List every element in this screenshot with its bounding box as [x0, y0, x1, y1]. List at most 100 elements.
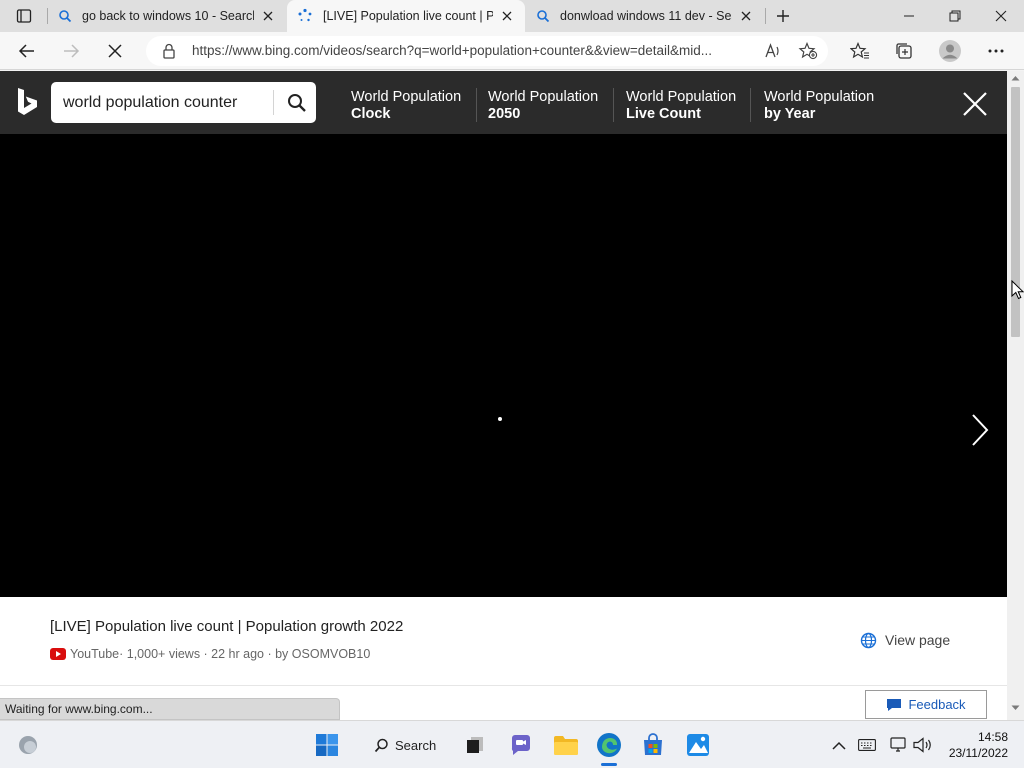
- edge-icon: [597, 733, 621, 757]
- related-separator: [613, 88, 614, 122]
- volume-button[interactable]: [912, 733, 934, 757]
- keyboard-input-button[interactable]: [856, 733, 878, 757]
- youtube-icon: [50, 648, 66, 660]
- store-icon: [644, 733, 662, 755]
- video-meta-text: · 1,000+ views · 22 hr ago · by OSOMVOB1…: [119, 647, 371, 661]
- video-meta: YouTube · 1,000+ views · 22 hr ago · by …: [50, 647, 370, 661]
- collections-icon: [896, 43, 912, 59]
- tab-title: [LIVE] Population live count | Populatio…: [323, 9, 493, 23]
- teams-chat-button[interactable]: [505, 729, 537, 761]
- task-view-button[interactable]: [459, 729, 491, 761]
- browser-titlebar: go back to windows 10 - Search [LIVE] Po…: [0, 0, 1024, 32]
- feedback-icon: [887, 698, 902, 711]
- close-icon: [263, 11, 273, 21]
- tab-search-windows10[interactable]: go back to windows 10 - Search: [48, 0, 286, 32]
- video-title[interactable]: [LIVE] Population live count | Populatio…: [50, 618, 403, 635]
- profile-button[interactable]: [934, 36, 966, 66]
- add-favorite-icon[interactable]: [798, 42, 818, 60]
- tab-live-population[interactable]: [LIVE] Population live count | Populatio…: [287, 0, 525, 32]
- url-text[interactable]: https://www.bing.com/videos/search?q=wor…: [192, 36, 756, 66]
- scroll-down-icon[interactable]: [1011, 705, 1020, 711]
- video-source: YouTube: [70, 647, 120, 661]
- folder-icon: [554, 736, 578, 755]
- task-view-icon: [467, 737, 483, 753]
- page-scrollbar[interactable]: [1007, 71, 1024, 720]
- loading-indicator: [498, 417, 502, 421]
- related-separator: [750, 88, 751, 122]
- settings-more-button[interactable]: [980, 36, 1012, 66]
- taskbar-search-button[interactable]: Search: [366, 731, 442, 759]
- read-aloud-icon[interactable]: [764, 42, 782, 60]
- feedback-button[interactable]: Feedback: [865, 690, 987, 719]
- start-button[interactable]: [311, 729, 343, 761]
- tab-close-button[interactable]: [738, 8, 754, 24]
- tab-separator: [765, 8, 766, 24]
- search-icon: [374, 738, 388, 752]
- search-button[interactable]: [277, 82, 316, 123]
- related-line1: World Population: [488, 89, 599, 105]
- search-icon: [537, 10, 550, 23]
- close-video-button[interactable]: [958, 87, 992, 121]
- related-search-world-population-2050[interactable]: World Population 2050: [488, 89, 608, 123]
- view-page-button[interactable]: View page: [852, 624, 958, 656]
- video-player[interactable]: [0, 134, 1007, 597]
- weather-widget-button[interactable]: [12, 729, 44, 761]
- tab-actions-icon: [16, 9, 32, 23]
- favorites-button[interactable]: [844, 36, 876, 66]
- restore-icon: [949, 10, 961, 22]
- related-search-world-population-clock[interactable]: World Population Clock: [351, 89, 471, 123]
- search-icon: [287, 93, 306, 112]
- related-line2: 2050: [488, 106, 521, 122]
- collections-button[interactable]: [888, 36, 920, 66]
- new-tab-button[interactable]: [770, 4, 796, 28]
- scroll-up-icon[interactable]: [1011, 75, 1020, 81]
- web-page: world population counter World Populatio…: [0, 71, 1007, 720]
- close-window-button[interactable]: [978, 0, 1024, 32]
- stop-loading-button[interactable]: [100, 36, 130, 66]
- next-video-button[interactable]: [962, 410, 998, 450]
- speaker-icon: [913, 737, 931, 753]
- feedback-label: Feedback: [908, 697, 966, 712]
- search-input[interactable]: world population counter: [63, 82, 273, 123]
- tab-close-button[interactable]: [499, 8, 515, 24]
- close-icon: [963, 92, 987, 116]
- mouse-cursor-icon: [1011, 280, 1024, 300]
- related-line1: World Population: [626, 89, 737, 105]
- network-button[interactable]: [888, 733, 910, 757]
- bing-logo-icon[interactable]: [16, 87, 38, 117]
- related-search-world-population-by-year[interactable]: World Population by Year: [764, 89, 884, 123]
- edge-browser-button[interactable]: [593, 729, 625, 761]
- related-line1: World Population: [764, 89, 875, 105]
- favorites-icon: [850, 42, 869, 59]
- minimize-button[interactable]: [886, 0, 932, 32]
- search-icon: [59, 10, 72, 23]
- more-horizontal-icon: [988, 49, 1004, 53]
- restore-button[interactable]: [932, 0, 978, 32]
- microsoft-store-button[interactable]: [637, 729, 669, 761]
- avatar-icon: [939, 40, 961, 62]
- windows-logo-icon: [316, 734, 338, 756]
- file-explorer-button[interactable]: [550, 729, 582, 761]
- photos-icon: [687, 734, 709, 756]
- clock-date: 23/11/2022: [948, 746, 1008, 760]
- forward-button[interactable]: [56, 36, 86, 66]
- system-clock[interactable]: 14:58 23/11/2022: [944, 729, 1008, 761]
- related-line2: by Year: [764, 106, 816, 122]
- windows-taskbar: Search 14:58 23/11/2022: [0, 720, 1024, 768]
- show-hidden-icons-button[interactable]: [828, 733, 850, 757]
- taskbar-search-label: Search: [395, 737, 437, 753]
- lock-icon[interactable]: [162, 43, 176, 59]
- photos-app-button[interactable]: [682, 729, 714, 761]
- chevron-right-icon: [972, 414, 989, 446]
- tab-title: donwload windows 11 dev - Search: [560, 9, 732, 23]
- tab-actions-button[interactable]: [8, 4, 40, 28]
- close-icon: [502, 11, 512, 21]
- tab-search-windows11[interactable]: donwload windows 11 dev - Search: [526, 0, 764, 32]
- address-bar[interactable]: https://www.bing.com/videos/search?q=wor…: [146, 36, 828, 66]
- back-button[interactable]: [12, 36, 42, 66]
- related-line2: Clock: [351, 106, 391, 122]
- tab-close-button[interactable]: [260, 8, 276, 24]
- related-line1: World Population: [351, 89, 462, 105]
- weather-icon: [19, 736, 37, 754]
- related-search-world-population-live-count[interactable]: World Population Live Count: [626, 89, 746, 123]
